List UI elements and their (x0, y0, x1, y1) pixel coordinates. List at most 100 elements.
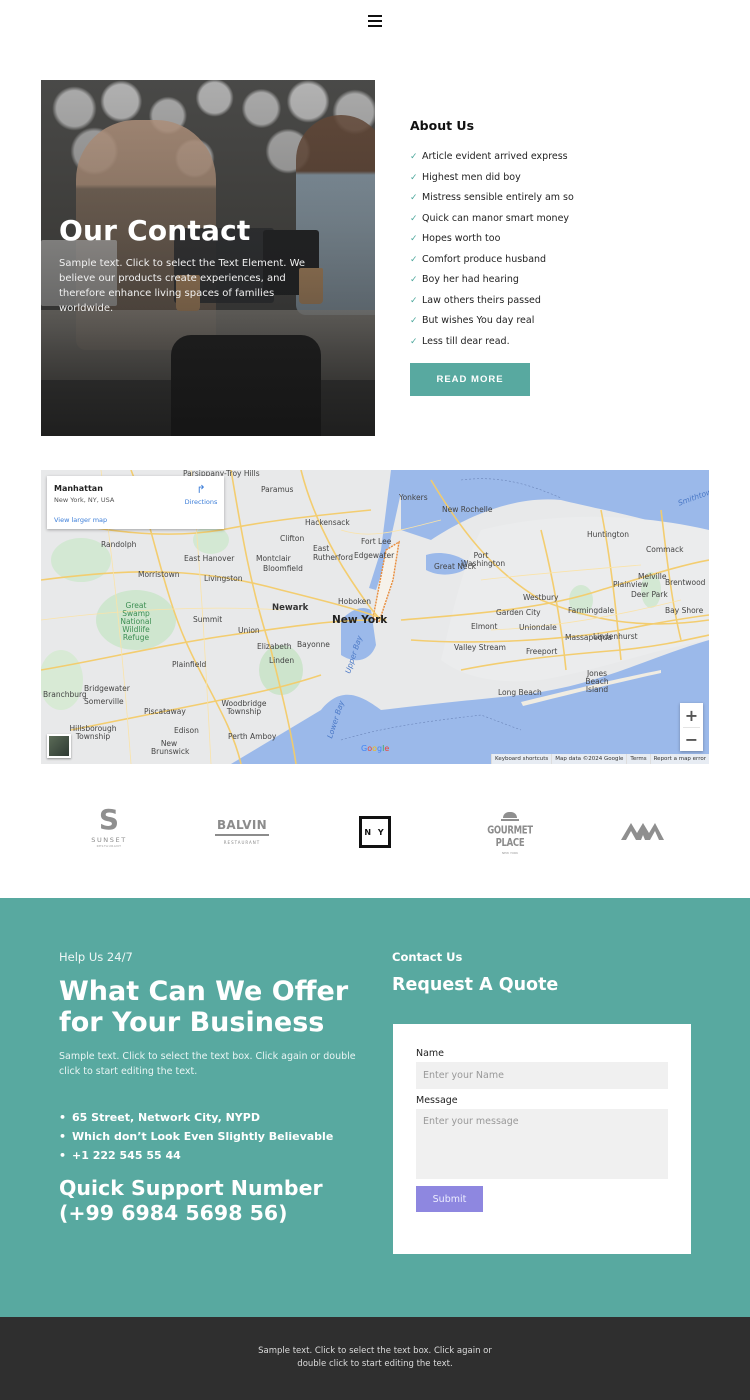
address-item: 65 Street, Network City, NYPD (59, 1108, 333, 1127)
map-label: New Rochelle (442, 505, 493, 514)
list-item: ✓ But wishes You day real (410, 311, 710, 332)
ny-logo: N Y (359, 816, 391, 848)
offer-text: Sample text. Click to select the text bo… (59, 1051, 356, 1077)
check-icon: ✓ (410, 275, 418, 285)
offer-eyebrow: Help Us 24/7 (59, 950, 133, 964)
map-label: New Brunswick (151, 739, 190, 756)
map-label: Hoboken (338, 597, 372, 606)
hamburger-menu-icon[interactable] (368, 15, 382, 29)
contact-details-list: 65 Street, Network City, NYPD Which don’… (59, 1108, 333, 1165)
map-label: Perth Amboy (228, 732, 277, 741)
map-label: Yonkers (399, 493, 428, 502)
list-item: ✓ Mistress sensible entirely am so (410, 188, 710, 209)
hero-title: Our Contact (59, 214, 251, 247)
map-label: Paramus (261, 485, 294, 494)
message-input[interactable] (416, 1109, 668, 1179)
quote-form: Name Message Submit (393, 1024, 691, 1254)
mountain-logo (621, 820, 664, 840)
google-logo: Google (361, 744, 390, 753)
name-label: Name (416, 1048, 445, 1059)
check-icon: ✓ (410, 295, 418, 306)
list-item: ✓ Law others theirs passed (410, 291, 710, 312)
zoom-in-button[interactable]: + (680, 703, 703, 727)
partner-logos: S SUNSET RESTAURANT BALVIN RESTAURANT N … (0, 800, 750, 860)
map-label: Massapequa (565, 633, 612, 642)
message-label: Message (416, 1095, 458, 1106)
sunset-logo: S SUNSET RESTAURANT (91, 803, 127, 849)
map-label: Jones Beach Island (585, 669, 609, 694)
tagline-item: Which don’t Look Even Slightly Believabl… (59, 1127, 333, 1146)
report-map-error-link[interactable]: Report a map error (649, 754, 709, 764)
map-label: Elizabeth (257, 642, 292, 651)
map-label: East Rutherford (313, 544, 353, 562)
check-icon: ✓ (410, 254, 418, 265)
map-label: Linden (269, 656, 295, 665)
map-label: New York (332, 614, 388, 626)
map-label: Woodbridge Township (221, 699, 267, 716)
map-label: Plainfield (172, 660, 207, 669)
map-label: Farmingdale (568, 606, 615, 615)
map-info-card: Manhattan New York, NY, USA View larger … (47, 476, 224, 529)
read-more-button[interactable]: READ MORE (410, 363, 530, 396)
embedded-map[interactable]: Yonkers New Rochelle Wayne Paterson Pars… (41, 470, 709, 764)
list-item: ✓ Article evident arrived express (410, 147, 710, 168)
map-label: Long Beach (498, 688, 542, 697)
gourmet-place-logo: GOURMET PLACE NEW YORK (480, 812, 540, 855)
map-label: Great Swamp National Wildlife Refuge (120, 601, 152, 642)
map-label: Uniondale (519, 623, 557, 632)
satellite-toggle[interactable] (47, 734, 71, 758)
directions-button[interactable]: ↱ Directions (181, 484, 221, 507)
map-zoom-control: + − (680, 703, 703, 751)
map-label: Hackensack (305, 518, 350, 527)
contact-eyebrow: Contact Us (392, 950, 463, 964)
header (0, 0, 750, 45)
map-label: Summit (193, 615, 223, 624)
map-label: Montclair (256, 554, 291, 563)
submit-button[interactable]: Submit (416, 1186, 483, 1212)
support-number: Quick Support Number (+99 6984 5698 56) (59, 1176, 323, 1225)
map-place-address: New York, NY, USA (54, 496, 115, 504)
map-label: East Hanover (184, 554, 235, 563)
map-label: Randolph (101, 540, 137, 549)
map-label: Bayonne (297, 640, 330, 649)
map-label: Piscataway (144, 707, 186, 716)
terms-link[interactable]: Terms (626, 754, 649, 764)
hero-image: Our Contact Sample text. Click to select… (41, 80, 375, 436)
keyboard-shortcuts-link[interactable]: Keyboard shortcuts (490, 754, 551, 764)
view-larger-map-link[interactable]: View larger map (54, 516, 107, 524)
check-icon: ✓ (410, 336, 418, 347)
map-label: Bridgewater (84, 684, 130, 693)
map-label: Elmont (471, 622, 498, 631)
map-label: Newark (272, 603, 309, 613)
check-icon: ✓ (410, 152, 418, 162)
map-label: Bloomfield (263, 564, 303, 573)
about-section: About Us ✓ Article evident arrived expres… (410, 118, 710, 396)
check-icon: ✓ (410, 172, 418, 183)
map-label: Brentwood (665, 578, 706, 587)
name-input[interactable] (416, 1062, 668, 1089)
list-item: ✓ Quick can manor smart money (410, 209, 710, 230)
check-icon: ✓ (410, 213, 418, 224)
map-label: Deer Park (631, 590, 668, 599)
list-item: ✓ Highest men did boy (410, 168, 710, 189)
mountain-icon (621, 823, 664, 840)
map-label: Clifton (280, 534, 305, 543)
map-label: Valley Stream (454, 643, 506, 652)
map-data-text: Map data ©2024 Google (551, 754, 626, 764)
about-title: About Us (410, 118, 475, 133)
footer-text: Sample text. Click to select the text bo… (258, 1346, 492, 1369)
balvin-logo: BALVIN RESTAURANT (215, 818, 269, 845)
map-attribution: Keyboard shortcuts Map data ©2024 Google… (490, 754, 709, 764)
phone-item: +1 222 545 55 44 (59, 1146, 333, 1165)
list-item: ✓ Less till dear read. (410, 332, 710, 353)
list-item: ✓ Comfort produce husband (410, 250, 710, 271)
map-label: Commack (646, 545, 684, 554)
zoom-out-button[interactable]: − (680, 728, 703, 751)
map-place-name: Manhattan (54, 484, 103, 493)
check-icon: ✓ (410, 234, 418, 244)
map-label: Plainview (613, 580, 649, 589)
list-item: ✓ Hopes worth too (410, 229, 710, 250)
map-label: Huntington (587, 530, 629, 539)
map-label: Fort Lee (361, 537, 392, 546)
map-label: Freeport (526, 647, 558, 656)
